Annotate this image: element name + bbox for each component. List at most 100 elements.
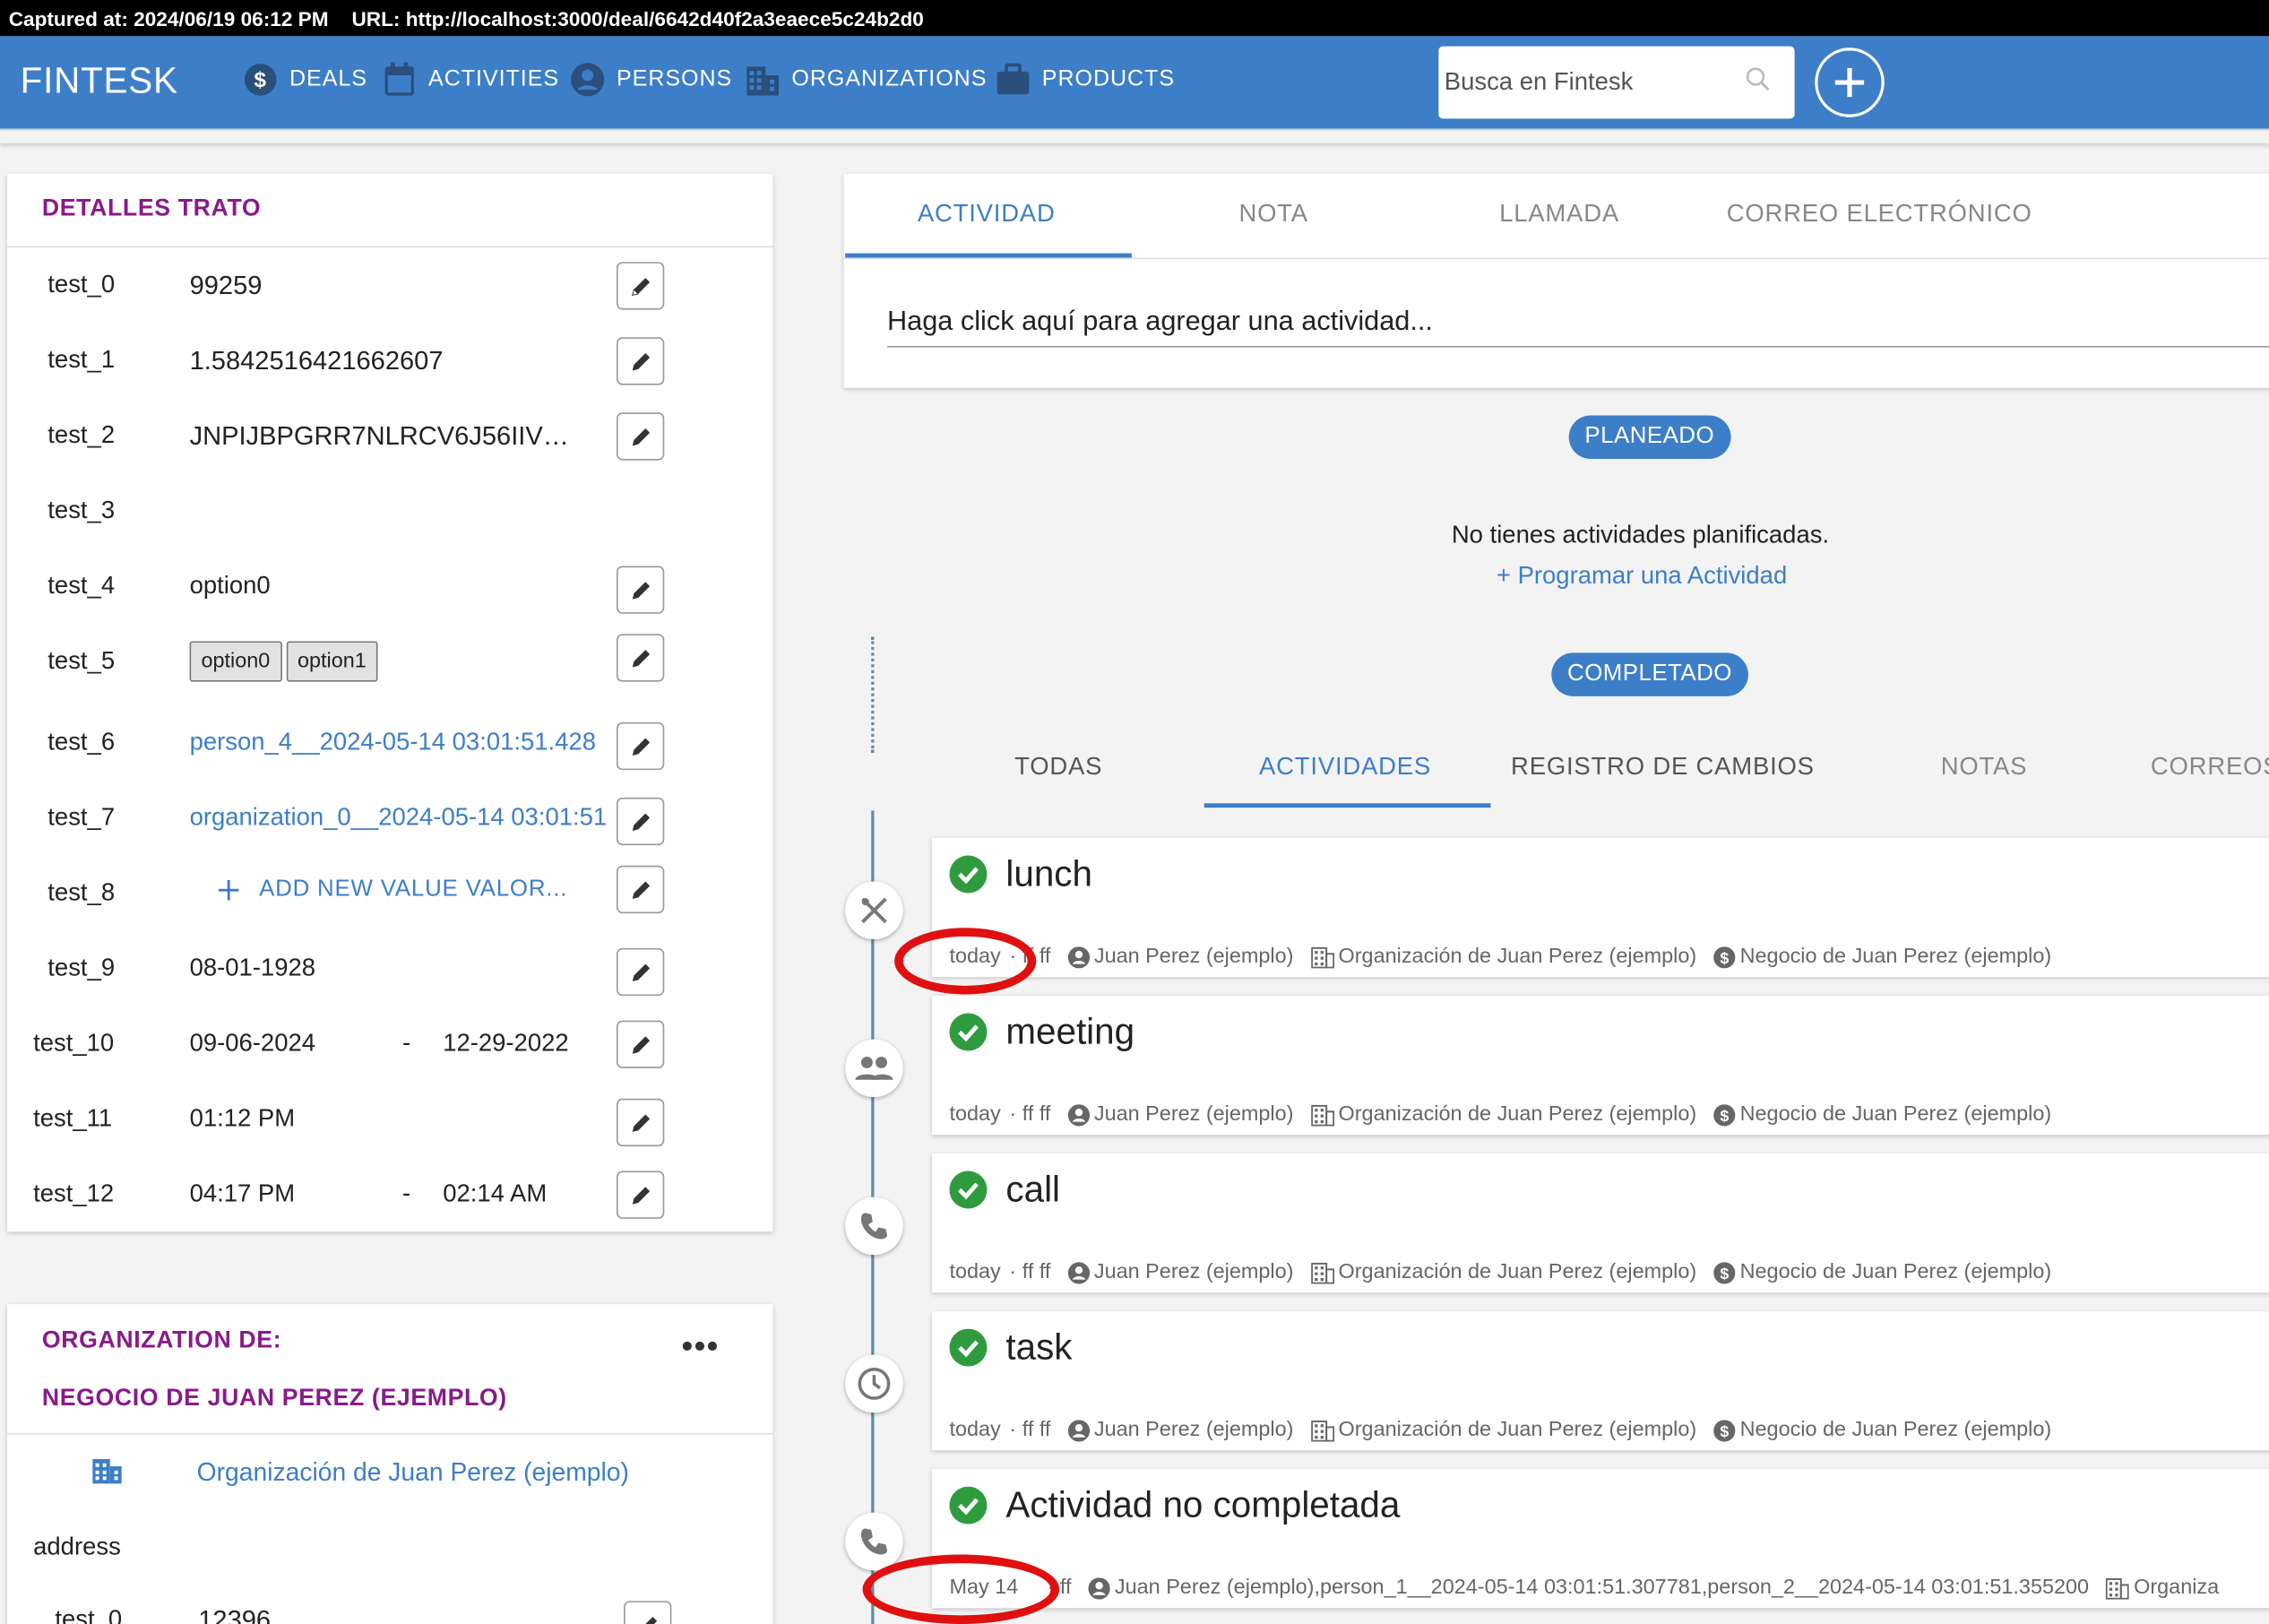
org-link[interactable]: Organización de Juan Perez (ejemplo) bbox=[197, 1457, 629, 1488]
edit-button[interactable] bbox=[616, 1170, 665, 1219]
global-search bbox=[1438, 46, 1795, 119]
activity-deal[interactable]: $ Negocio de Juan Perez (ejemplo) bbox=[1713, 1419, 2051, 1442]
tab-llamada[interactable]: LLAMADA bbox=[1499, 200, 1619, 229]
activity-person[interactable]: Juan Perez (ejemplo) bbox=[1067, 1261, 1293, 1284]
filter-actividades[interactable]: ACTIVIDADES bbox=[1259, 753, 1431, 782]
detail-key: test_8 bbox=[47, 878, 116, 906]
divider bbox=[7, 246, 773, 248]
activity-org[interactable]: Organización de Juan Perez (ejemplo) bbox=[1310, 1103, 1696, 1126]
range-separator: - bbox=[401, 1179, 411, 1207]
pencil-icon bbox=[631, 581, 650, 599]
search-input[interactable] bbox=[1444, 67, 1734, 98]
activity-deal[interactable]: $ Negocio de Juan Perez (ejemplo) bbox=[1713, 1103, 2051, 1126]
pencil-icon bbox=[643, 1616, 657, 1624]
filter-correos[interactable]: CORREOS bbox=[2151, 753, 2269, 782]
edit-button[interactable] bbox=[616, 865, 665, 914]
detail-key: test_5 bbox=[47, 646, 116, 675]
activity-org-label: Organización de Juan Perez (ejemplo) bbox=[1338, 1260, 1697, 1284]
nav-activities[interactable]: ACTIVITIES bbox=[382, 62, 559, 97]
activity-card[interactable]: lunch today · ff ff Juan Perez (ejemplo)… bbox=[932, 838, 2269, 978]
more-options-icon[interactable]: ••• bbox=[682, 1327, 720, 1365]
activity-org[interactable]: Organización de Juan Perez (ejemplo) bbox=[1310, 946, 1696, 968]
activity-card[interactable]: task today · ff ff Juan Perez (ejemplo) … bbox=[932, 1311, 2269, 1451]
nav-persons-label: PERSONS bbox=[616, 66, 733, 91]
completed-badge: COMPLETADO bbox=[1551, 652, 1748, 696]
nav-organizations[interactable]: ORGANIZATIONS bbox=[746, 62, 988, 97]
screen: Captured at: 2024/06/19 06:12 PM URL: ht… bbox=[0, 0, 2269, 1624]
add-button[interactable] bbox=[1815, 48, 1885, 117]
activity-person[interactable]: Juan Perez (ejemplo) bbox=[1067, 946, 1293, 968]
activity-owner: · ff ff bbox=[1009, 1260, 1051, 1284]
activity-org[interactable]: Organización de Juan Perez (ejemplo) bbox=[1310, 1260, 1697, 1284]
edit-button[interactable] bbox=[616, 947, 665, 997]
person-icon bbox=[1067, 1419, 1091, 1441]
detail-row-test-7: test_7 organization_0__2024-05-14 03:01:… bbox=[7, 789, 772, 847]
tab-correo[interactable]: CORREO ELECTRÓNICO bbox=[1727, 200, 2032, 229]
activity-deal-label: Negocio de Juan Perez (ejemplo) bbox=[1739, 1260, 2052, 1284]
activity-person[interactable]: Juan Perez (ejemplo),person_1__2024-05-1… bbox=[1088, 1576, 2089, 1600]
edit-button[interactable] bbox=[616, 1020, 665, 1068]
edit-button[interactable] bbox=[616, 797, 665, 846]
activity-card[interactable]: meeting today · ff ff Juan Perez (ejempl… bbox=[932, 996, 2269, 1136]
detail-row-test-9: test_9 08-01-1928 bbox=[7, 939, 772, 998]
add-activity-input[interactable]: Haga click aquí para agregar una activid… bbox=[886, 307, 2269, 348]
activity-person[interactable]: Juan Perez (ejemplo) bbox=[1067, 1103, 1293, 1126]
pencil-icon bbox=[631, 963, 650, 981]
option-chip[interactable]: option1 bbox=[286, 641, 378, 682]
edit-button[interactable] bbox=[616, 1098, 665, 1147]
pencil-icon bbox=[631, 649, 650, 667]
activity-deal[interactable]: $ Negocio de Juan Perez (ejemplo) bbox=[1713, 1260, 2052, 1284]
detail-row-test-4: test_4 option0 bbox=[7, 557, 772, 616]
brand-logo[interactable]: FINTESK bbox=[21, 61, 178, 103]
edit-button[interactable] bbox=[616, 721, 665, 771]
edit-button[interactable] bbox=[616, 634, 665, 682]
schedule-activity-link[interactable]: + Programar una Actividad bbox=[1497, 562, 1787, 591]
filter-todas[interactable]: TODAS bbox=[1014, 753, 1102, 782]
tab-nota[interactable]: NOTA bbox=[1238, 200, 1307, 229]
person-icon bbox=[1088, 1576, 1111, 1599]
detail-key: test_0 bbox=[47, 271, 116, 298]
org-detail-value: 12396 bbox=[198, 1605, 272, 1624]
edit-button[interactable] bbox=[616, 262, 665, 310]
activity-deal[interactable]: $ Negocio de Juan Perez (ejemplo) bbox=[1713, 946, 2051, 968]
activity-date: today bbox=[949, 1260, 1001, 1284]
filter-notas[interactable]: NOTAS bbox=[1941, 753, 2028, 782]
organization-link[interactable]: organization_0__2024-05-14 03:01:51 bbox=[190, 803, 620, 832]
building-icon bbox=[746, 62, 781, 97]
phone-icon bbox=[845, 1512, 903, 1571]
activity-title: meeting bbox=[1005, 1011, 1135, 1053]
option-chip[interactable]: option0 bbox=[189, 641, 282, 682]
person-link[interactable]: person_4__2024-05-14 03:01:51.428 bbox=[190, 728, 620, 756]
nav-products[interactable]: PRODUCTS bbox=[996, 62, 1175, 97]
pencil-icon bbox=[631, 352, 650, 370]
timeline-dotted bbox=[871, 636, 875, 753]
check-circle-icon bbox=[949, 1170, 988, 1216]
detail-row-test-3: test_3 bbox=[7, 482, 772, 540]
filter-registro[interactable]: REGISTRO DE CAMBIOS bbox=[1511, 753, 1815, 782]
chip-group: option0 option1 bbox=[189, 641, 383, 682]
tab-actividad[interactable]: ACTIVIDAD bbox=[918, 200, 1056, 229]
person-icon bbox=[1067, 1103, 1091, 1126]
edit-button[interactable] bbox=[616, 566, 665, 614]
detail-key: test_9 bbox=[47, 954, 116, 981]
search-icon[interactable] bbox=[1746, 66, 1772, 99]
detail-value: 1.5842516421662607 bbox=[189, 345, 444, 376]
activity-card[interactable]: Actividad no completada May 14 · ff Juan… bbox=[932, 1469, 2269, 1609]
activity-org-label: Organiza bbox=[2134, 1576, 2220, 1600]
activity-org[interactable]: Organiza bbox=[2106, 1576, 2219, 1600]
activity-person[interactable]: Juan Perez (ejemplo) bbox=[1067, 1419, 1293, 1442]
nav-activities-label: ACTIVITIES bbox=[428, 66, 560, 91]
nav-persons[interactable]: PERSONS bbox=[570, 62, 732, 97]
nav-products-label: PRODUCTS bbox=[1041, 66, 1176, 91]
add-new-value-button[interactable]: ADD NEW VALUE VALOR... bbox=[218, 877, 567, 903]
activity-card[interactable]: call today · ff ff Juan Perez (ejemplo) … bbox=[932, 1153, 2269, 1293]
pencil-icon bbox=[631, 737, 650, 756]
divider bbox=[843, 257, 2269, 260]
detail-row-test-12: test_12 04:17 PM - 02:14 AM bbox=[7, 1165, 772, 1223]
activity-org[interactable]: Organización de Juan Perez (ejemplo) bbox=[1310, 1419, 1696, 1442]
edit-button[interactable] bbox=[616, 412, 665, 461]
edit-button[interactable] bbox=[616, 337, 665, 385]
edit-button[interactable] bbox=[624, 1601, 672, 1624]
detail-row-test-0: test_0 99259 bbox=[7, 256, 772, 315]
nav-deals[interactable]: $ DEALS bbox=[243, 62, 367, 97]
